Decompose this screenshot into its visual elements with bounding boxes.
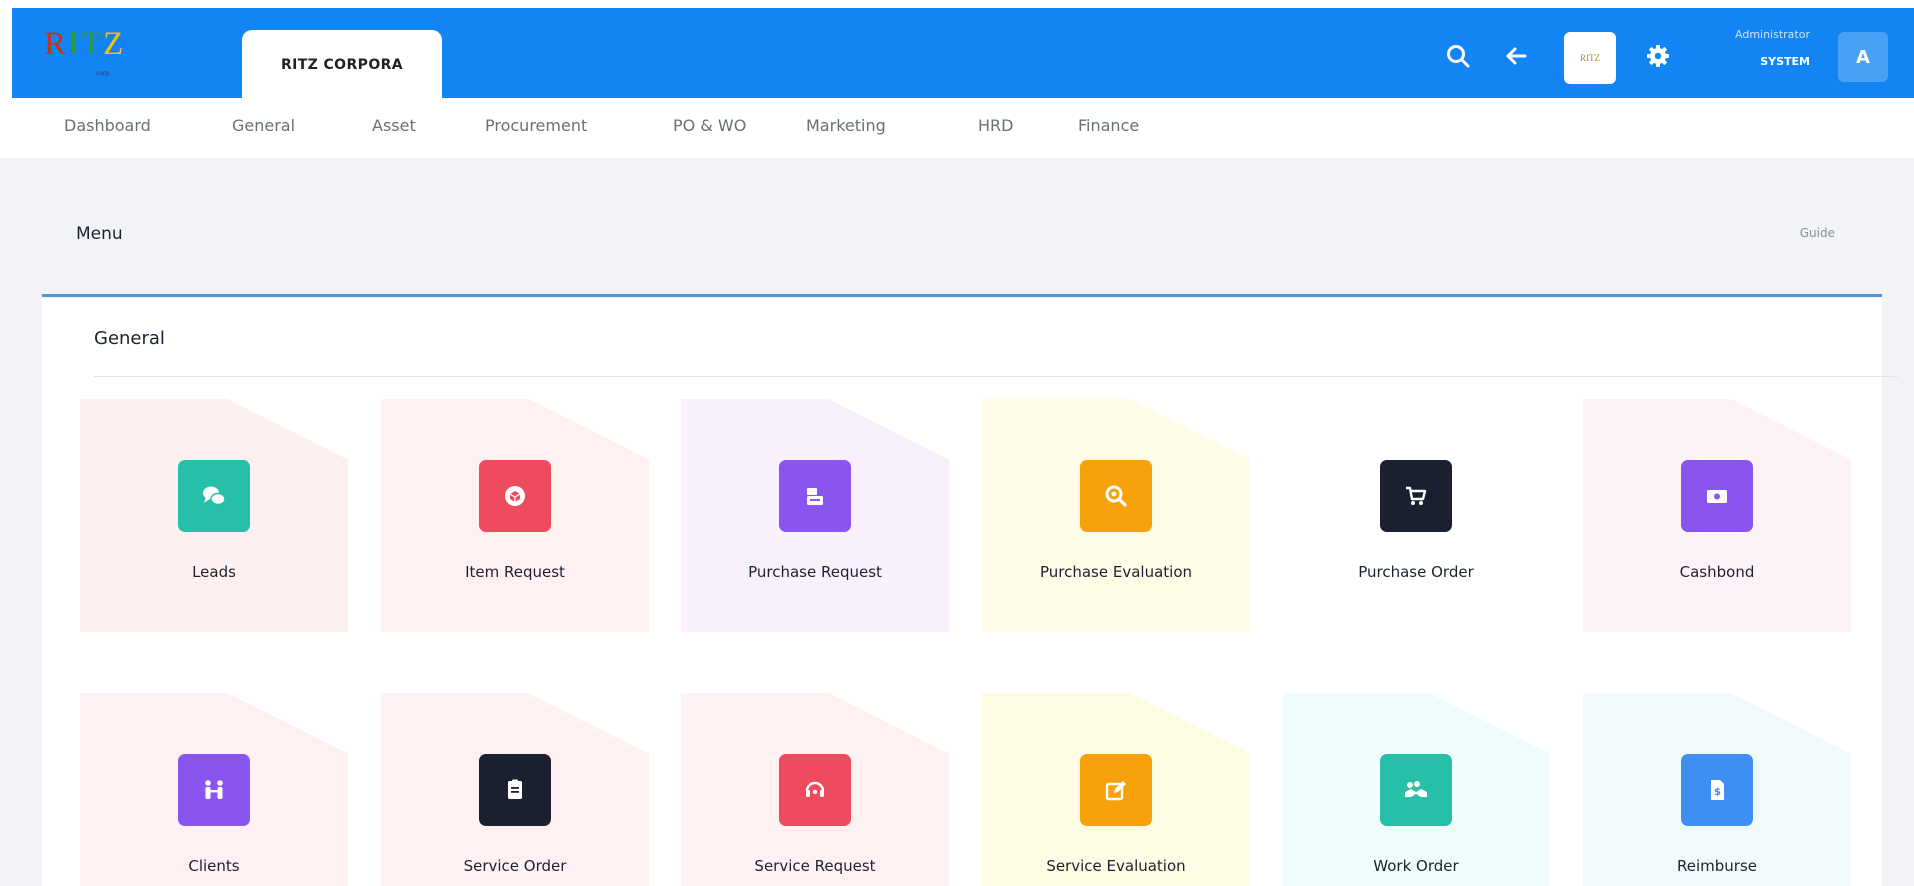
tile-cashbond[interactable]: Cashbond: [1583, 399, 1851, 632]
headset-icon: [779, 754, 851, 826]
tile-purchase-evaluation[interactable]: Purchase Evaluation: [982, 399, 1250, 632]
handshake-icon: [1380, 754, 1452, 826]
clipboard-icon: [779, 460, 851, 532]
section-title: General: [94, 328, 165, 349]
page-title: Menu: [76, 224, 123, 244]
money-icon: [1681, 460, 1753, 532]
gear-icon[interactable]: [1640, 38, 1676, 74]
nav-asset[interactable]: Asset: [372, 116, 416, 135]
svg-text:$: $: [1714, 787, 1721, 798]
nav-procurement[interactable]: Procurement: [485, 116, 587, 135]
tile-service-request[interactable]: Service Request: [681, 693, 949, 886]
user-name: SYSTEM: [1760, 55, 1810, 68]
tile-label: Service Request: [754, 857, 876, 875]
tile-label: Work Order: [1373, 857, 1459, 875]
back-arrow-icon[interactable]: [1496, 36, 1536, 76]
tile-label: Purchase Evaluation: [1039, 563, 1193, 581]
menu-panel: General Leads Item Request Purchase Requ…: [42, 298, 1898, 886]
search-icon[interactable]: [1438, 36, 1478, 76]
tile-purchase-request[interactable]: Purchase Request: [681, 399, 949, 632]
tile-label: Item Request: [465, 563, 565, 581]
guide-link[interactable]: Guide: [1800, 226, 1835, 240]
user-role: Administrator: [1735, 28, 1810, 41]
tile-clients[interactable]: Clients: [80, 693, 348, 886]
tile-service-order[interactable]: Service Order: [381, 693, 649, 886]
nav-dashboard[interactable]: Dashboard: [64, 116, 151, 135]
nav-po-wo[interactable]: PO & WO: [673, 116, 746, 135]
title-divider: [42, 294, 1882, 297]
nav-marketing[interactable]: Marketing: [806, 116, 886, 135]
tile-label: Purchase Request: [748, 563, 882, 581]
logo-subtext: corp: [96, 70, 110, 77]
tile-item-request[interactable]: Item Request: [381, 399, 649, 632]
ritz-logo[interactable]: RITZ: [44, 26, 125, 63]
tile-label: Service Order: [463, 857, 567, 875]
app-tab[interactable]: RITZ CORPORA: [242, 30, 442, 100]
section-divider: [94, 376, 1898, 377]
tile-label: Service Evaluation: [1046, 857, 1186, 875]
avatar[interactable]: A: [1838, 32, 1888, 82]
nav-general[interactable]: General: [232, 116, 295, 135]
top-bar: RITZ corp RITZ CORPORA RITZ Administrato…: [12, 8, 1914, 100]
tile-label: Reimburse: [1677, 857, 1757, 875]
nav-hrd[interactable]: HRD: [978, 116, 1013, 135]
document-icon: [479, 754, 551, 826]
tile-reimburse[interactable]: $ Reimburse: [1583, 693, 1851, 886]
cart-icon: [1380, 460, 1452, 532]
tile-label: Cashbond: [1679, 563, 1755, 581]
invoice-icon: $: [1681, 754, 1753, 826]
magnifier-icon: [1080, 460, 1152, 532]
people-icon: [178, 754, 250, 826]
edit-icon: [1080, 754, 1152, 826]
tile-service-evaluation[interactable]: Service Evaluation: [982, 693, 1250, 886]
tile-purchase-order[interactable]: Purchase Order: [1282, 399, 1550, 632]
main-nav: Dashboard General Asset Procurement PO &…: [0, 98, 1914, 158]
content-area: Menu Guide General Leads Item Request Pu…: [0, 158, 1914, 886]
tile-label: Clients: [188, 857, 240, 875]
tile-leads[interactable]: Leads: [80, 399, 348, 632]
box-icon: [479, 460, 551, 532]
chat-bubbles-icon: [178, 460, 250, 532]
tile-label: Leads: [192, 563, 236, 581]
nav-finance[interactable]: Finance: [1078, 116, 1139, 135]
company-thumbnail[interactable]: RITZ: [1564, 32, 1616, 84]
tile-work-order[interactable]: Work Order: [1282, 693, 1550, 886]
tile-label: Purchase Order: [1358, 563, 1474, 581]
